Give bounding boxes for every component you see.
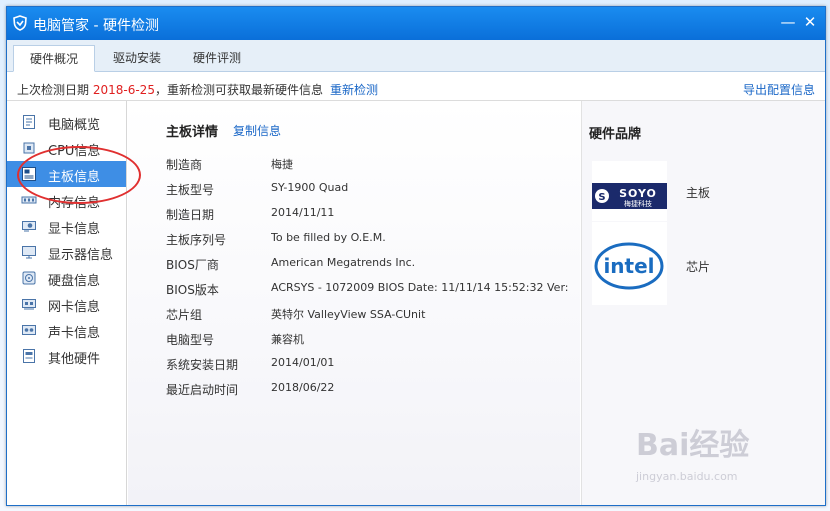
sidebar-item-label: 网卡信息: [48, 300, 101, 315]
detail-row: 主板型号 SY-1900 Quad: [166, 181, 576, 201]
pc-manager-shield-icon: [13, 15, 27, 31]
other-hardware-icon: [23, 349, 35, 363]
sidebar-item-label: 声卡信息: [48, 326, 101, 341]
sidebar-item-sound-card[interactable]: 声卡信息: [7, 317, 126, 343]
window-title: 电脑管家 - 硬件检测: [33, 18, 159, 34]
sidebar-item-other-hardware[interactable]: 其他硬件: [7, 343, 126, 369]
sound-card-icon: [22, 325, 36, 335]
network-card-icon: [22, 299, 36, 310]
detail-value: 兼容机: [271, 333, 304, 346]
detail-value: SY-1900 Quad: [271, 181, 349, 194]
hard-disk-icon: [22, 271, 36, 285]
brand-label-chip: 芯片: [686, 260, 711, 274]
detail-row: BIOS版本 ACRSYS - 1072009 BIOS Date: 11/11/…: [166, 281, 576, 301]
detail-row: 制造日期 2014/11/11: [166, 206, 576, 226]
detail-row: 系统安装日期 2014/01/01: [166, 356, 576, 376]
detail-row: 制造商 梅捷: [166, 156, 576, 176]
detail-key: 制造日期: [166, 208, 215, 222]
brand-label-motherboard: 主板: [686, 186, 711, 200]
detail-key: 芯片组: [166, 308, 203, 322]
sidebar-item-label: 硬盘信息: [48, 274, 101, 289]
svg-text:梅捷科技: 梅捷科技: [624, 199, 652, 208]
last-check-date: 2018-6-25: [92, 83, 155, 97]
sidebar-item-graphics[interactable]: 显卡信息: [7, 213, 126, 239]
detail-value: ACRSYS - 1072009 BIOS Date: 11/11/14 15:…: [271, 281, 571, 294]
detail-row: 电脑型号 兼容机: [166, 331, 576, 351]
recheck-link[interactable]: 重新检测: [330, 81, 378, 98]
svg-text:intel: intel: [603, 254, 654, 278]
detail-value: 2014/11/11: [271, 206, 335, 219]
detail-key: 系统安装日期: [166, 358, 239, 372]
monitor-icon: [22, 246, 36, 259]
baidu-jingyan-watermark: Bai经验 jingyan.baidu.com: [636, 420, 749, 483]
svg-text:SOYO: SOYO: [619, 187, 657, 200]
intel-logo-image: intel: [594, 242, 664, 290]
detail-row: 最近启动时间 2018/06/22: [166, 381, 576, 401]
sidebar-item-label: 显卡信息: [48, 222, 101, 237]
sidebar-item-monitor[interactable]: 显示器信息: [7, 239, 126, 265]
watermark-url: jingyan.baidu.com: [636, 470, 738, 483]
detail-key: BIOS厂商: [166, 258, 219, 272]
detail-key: BIOS版本: [166, 283, 219, 297]
detail-key: 最近启动时间: [166, 383, 239, 397]
close-button[interactable]: ✕: [801, 13, 819, 31]
last-check-prefix: 上次检测日期: [17, 83, 90, 97]
detail-row: BIOS厂商 American Megatrends Inc.: [166, 256, 576, 276]
details-title: 主板详情: [166, 125, 219, 140]
annotation-circle: [17, 146, 141, 204]
detail-value: 2018/06/22: [271, 381, 335, 394]
sidebar-item-hard-disk[interactable]: 硬盘信息: [7, 265, 126, 291]
tab-hardware-overview[interactable]: 硬件概况: [13, 45, 95, 72]
copy-info-link[interactable]: 复制信息: [233, 122, 281, 139]
sidebar-item-label: 显示器信息: [48, 248, 114, 263]
detail-value: To be filled by O.E.M.: [271, 231, 386, 244]
sidebar-item-label: 其他硬件: [48, 352, 101, 367]
tab-hardware-benchmark[interactable]: 硬件评测: [177, 45, 257, 72]
intel-logo: intel: [592, 222, 667, 305]
detail-key: 制造商: [166, 158, 203, 172]
document-icon: [23, 115, 35, 129]
detail-value: American Megatrends Inc.: [271, 256, 416, 269]
graphics-card-icon: [22, 221, 36, 232]
last-check-bar: 上次检测日期 2018-6-25，重新检测可获取最新硬件信息 重新检测 导出配置…: [7, 73, 825, 101]
soyo-logo: S SOYO 梅捷科技: [592, 161, 667, 221]
title-bar[interactable]: 电脑管家 - 硬件检测 — ✕: [7, 7, 825, 40]
detail-key: 主板序列号: [166, 233, 227, 247]
tab-driver-install[interactable]: 驱动安装: [97, 45, 177, 72]
detail-key: 电脑型号: [166, 333, 215, 347]
minimize-button[interactable]: —: [779, 13, 797, 31]
svg-text:S: S: [598, 192, 605, 203]
last-check-suffix: ，重新检测可获取最新硬件信息: [154, 83, 323, 97]
export-config-link[interactable]: 导出配置信息: [743, 81, 815, 98]
last-check-text: 上次检测日期 2018-6-25，重新检测可获取最新硬件信息: [17, 81, 323, 98]
watermark-text: Bai经验: [636, 428, 750, 463]
detail-value: 2014/01/01: [271, 356, 335, 369]
sidebar-item-pc-overview[interactable]: 电脑概览: [7, 109, 126, 135]
detail-key: 主板型号: [166, 183, 215, 197]
detail-row: 主板序列号 To be filled by O.E.M.: [166, 231, 576, 251]
motherboard-details-panel: 主板详情 复制信息 制造商 梅捷 主板型号 SY-1900 Quad 制造日期 201…: [128, 101, 580, 505]
detail-value: 梅捷: [271, 158, 293, 171]
sidebar-item-network-card[interactable]: 网卡信息: [7, 291, 126, 317]
soyo-logo-image: S SOYO 梅捷科技: [592, 183, 667, 209]
brand-title: 硬件品牌: [589, 127, 642, 142]
detail-row: 芯片组 英特尔 ValleyView SSA-CUnit: [166, 306, 576, 326]
detail-value: 英特尔 ValleyView SSA-CUnit: [271, 308, 426, 321]
tab-bar: 硬件概况 驱动安装 硬件评测: [7, 40, 825, 72]
sidebar-item-label: 电脑概览: [48, 118, 101, 133]
